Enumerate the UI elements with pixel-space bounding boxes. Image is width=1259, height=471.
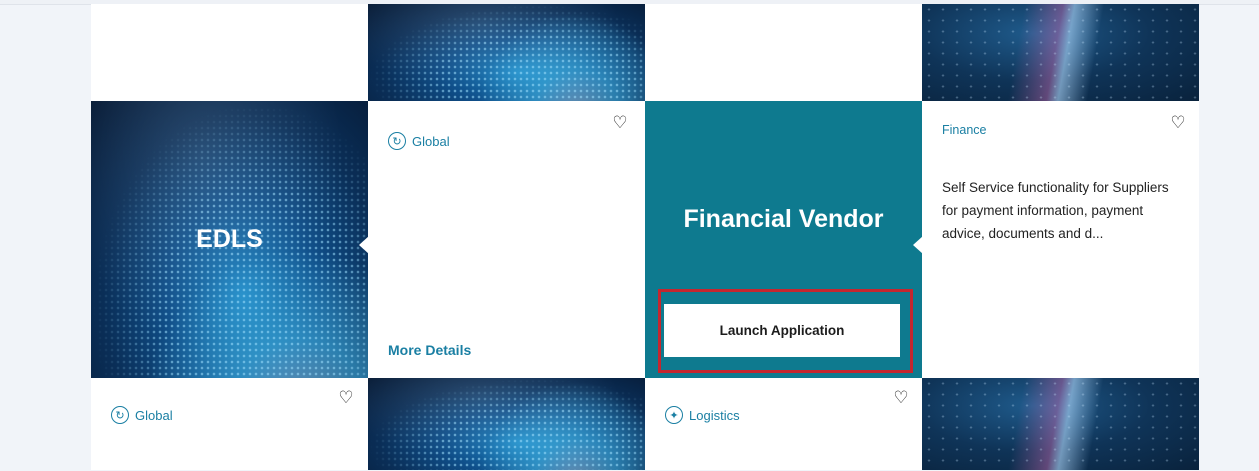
favorite-heart-icon[interactable]: ♡	[337, 389, 355, 407]
category-tag[interactable]: ✦ Logistics	[665, 406, 740, 424]
category-tag[interactable]: ↻ Global	[388, 132, 450, 150]
global-icon: ↻	[388, 132, 406, 150]
tile-details-global-bottom: ↻ Global ♡	[91, 378, 368, 470]
tile-title: EDLS	[196, 225, 263, 253]
category-label: Global	[135, 407, 173, 423]
tile-details-global: ↻ Global ♡ More Details	[368, 101, 645, 378]
logistics-icon: ✦	[665, 406, 683, 424]
global-icon: ↻	[111, 406, 129, 424]
category-label: Finance	[942, 123, 987, 137]
tile-blank-top	[645, 4, 922, 101]
favorite-heart-icon[interactable]: ♡	[892, 389, 910, 407]
category-tag[interactable]: ↻ Global	[111, 406, 173, 424]
tile-details-logistics: ✦ Logistics ♡	[645, 378, 922, 470]
more-details-link[interactable]: More Details	[388, 342, 471, 358]
tile-pointer	[913, 236, 923, 254]
tile-edls[interactable]: EDLS	[91, 101, 368, 378]
tile-details-finance: Finance ♡ Self Service functionality for…	[922, 101, 1199, 378]
tile-financial-vendor[interactable]: Financial Vendor Launch Application	[645, 101, 923, 378]
category-label: Global	[412, 133, 450, 149]
tile-image-network-top[interactable]	[922, 4, 1199, 101]
app-tile-grid: EDLS ↻ Global ♡ More Details Financial V…	[91, 4, 1199, 470]
favorite-heart-icon[interactable]: ♡	[1169, 114, 1187, 132]
tile-pointer	[359, 236, 368, 254]
favorite-heart-icon[interactable]: ♡	[611, 114, 629, 132]
tile-image-globe-bottom[interactable]	[368, 378, 645, 470]
app-description: Self Service functionality for Suppliers…	[942, 180, 1169, 241]
category-tag[interactable]: Finance	[942, 123, 986, 137]
tile-image-network-bottom[interactable]	[922, 378, 1199, 470]
tile-title: Financial Vendor	[683, 205, 884, 233]
tile-image-globe-top[interactable]	[368, 4, 645, 101]
tile-blank-top-left	[91, 4, 368, 101]
category-label: Logistics	[689, 407, 740, 423]
